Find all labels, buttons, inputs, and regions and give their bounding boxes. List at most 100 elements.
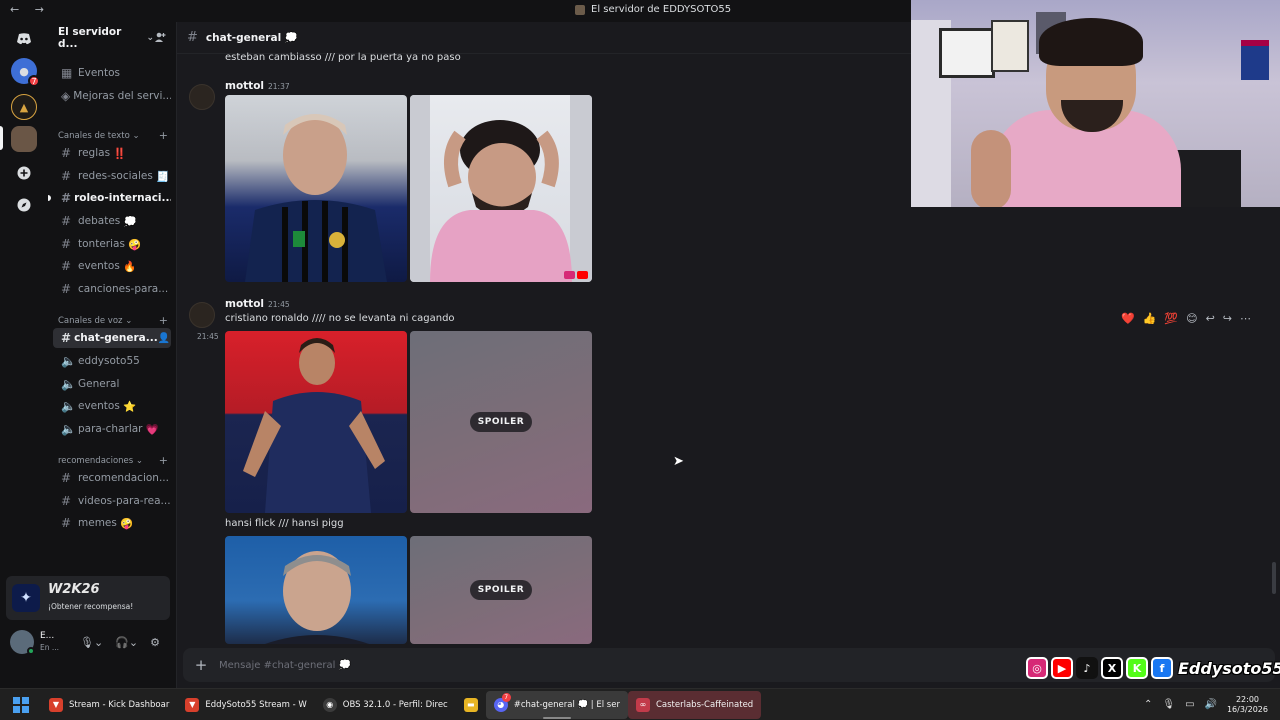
hash-icon: #	[61, 214, 72, 228]
hash-icon: #	[61, 191, 72, 205]
gear-icon[interactable]: ⚙	[150, 636, 160, 649]
message-author[interactable]: mottol 21:37	[225, 80, 290, 92]
sidebar-item-label: Mejoras del servi...	[73, 90, 171, 102]
voice-channel-eventos[interactable]: 🔈 eventos ⭐	[53, 396, 171, 416]
avatar[interactable]	[189, 84, 215, 110]
category-voice-channels[interactable]: Canales de voz ⌄ +	[58, 314, 168, 327]
message-author[interactable]: mottol 21:45	[225, 298, 290, 310]
taskbar-item-discord[interactable]: ◕ 7 #chat-general 💭 | El ser	[485, 690, 628, 719]
taskbar-item-kick-dashboard[interactable]: ▼ Stream - Kick Dashboar	[41, 691, 177, 719]
sidebar-item-boosts[interactable]: ◈ Mejoras del servi...	[53, 86, 171, 106]
taskbar-item-casterlabs[interactable]: ∞ Casterlabs-Caffeinated	[627, 690, 762, 719]
add-server-icon[interactable]	[11, 160, 37, 186]
chevron-up-icon[interactable]: ⌃	[1144, 699, 1152, 710]
message-time: 21:37	[268, 82, 290, 91]
add-attachment-button[interactable]: +	[183, 656, 219, 674]
clock[interactable]: 22:00 16/3/2026	[1227, 695, 1268, 715]
scrollbar[interactable]	[1272, 562, 1276, 594]
volume-icon[interactable]: 🔊	[1205, 699, 1217, 710]
kick-icon: K	[1126, 657, 1148, 679]
hash-icon: #	[61, 494, 72, 508]
thumbs-up-reaction-icon[interactable]: 👍	[1143, 312, 1157, 325]
avatar[interactable]	[189, 302, 215, 328]
taskbar-item-stream[interactable]: ▼ EddySoto55 Stream - W	[177, 691, 314, 719]
channel-emoji: 🔥	[123, 260, 137, 273]
spoiler-image[interactable]: SPOILER	[410, 536, 592, 644]
speaker-icon: 🔈	[61, 354, 76, 368]
invite-icon[interactable]: 👤	[158, 333, 170, 344]
reply-icon[interactable]: ↩	[1206, 312, 1215, 325]
channel-title: chat-general	[205, 31, 282, 44]
server-header[interactable]: El servidor d... ⌄	[48, 22, 176, 54]
message-input[interactable]: Mensaje #chat-general 💭	[219, 660, 351, 671]
channel-memes[interactable]: # memes 🤪	[53, 513, 171, 533]
image-attachment[interactable]	[410, 95, 592, 282]
channel-label: redes-sociales	[78, 170, 153, 182]
user-info[interactable]: E... En ...	[40, 631, 59, 653]
add-member-icon[interactable]	[154, 31, 166, 46]
add-channel-icon[interactable]: +	[159, 454, 168, 467]
streamer-arm	[971, 130, 1011, 207]
hundred-reaction-icon[interactable]: 💯	[1164, 312, 1178, 325]
server-avatar-1[interactable]: ● 7	[11, 58, 40, 87]
hash-icon: #	[61, 471, 72, 485]
channel-label: tonterias	[78, 238, 125, 250]
image-attachment[interactable]	[225, 331, 407, 513]
voice-channel-eddysoto55[interactable]: 🔈 eddysoto55	[53, 351, 171, 371]
taskbar-label: OBS 32.1.0 - Perfil: Direc	[342, 699, 448, 710]
channel-reglas[interactable]: # reglas ‼️	[53, 143, 171, 163]
message-text: cristiano ronaldo //// no se levanta ni …	[225, 313, 455, 324]
heart-reaction-icon[interactable]: ❤️	[1121, 312, 1135, 325]
brave-icon: ▼	[49, 697, 63, 712]
taskbar-item-file-explorer[interactable]: ▬	[456, 691, 486, 719]
voice-channel-general[interactable]: 🔈 General	[53, 374, 171, 394]
add-channel-icon[interactable]: +	[159, 314, 168, 327]
microphone-icon[interactable]: 🎙⌄	[80, 636, 103, 649]
unread-indicator	[48, 195, 51, 201]
hash-icon: #	[61, 516, 72, 530]
avatar[interactable]	[10, 630, 35, 655]
more-options-icon[interactable]: ⋯	[1240, 312, 1251, 325]
sidebar-item-events[interactable]: ▦ Eventos	[53, 63, 171, 83]
microphone-icon[interactable]: 🎙	[1162, 699, 1175, 710]
server-avatar-eddysoto55[interactable]	[11, 126, 37, 152]
image-attachment[interactable]	[225, 536, 407, 644]
channel-debates[interactable]: # debates 💭	[53, 211, 171, 231]
channel-label: eddysoto55	[78, 355, 140, 367]
obs-icon: ◉	[322, 697, 337, 712]
chevron-down-icon: ⌄	[125, 315, 133, 326]
headphones-icon[interactable]: 🎧⌄	[115, 636, 138, 649]
add-channel-icon[interactable]: +	[159, 129, 168, 142]
channel-tonterias[interactable]: # tonterias 🤪	[53, 234, 171, 254]
channel-emoji: 💭	[123, 215, 137, 228]
channel-recomendaciones[interactable]: # recomendacion...	[53, 468, 171, 488]
forward-icon[interactable]: ↪	[1223, 312, 1232, 325]
explore-icon[interactable]	[11, 192, 37, 218]
channel-roleo-internacional[interactable]: # roleo-internaci...	[53, 188, 171, 208]
nav-arrows[interactable]: ← →	[10, 3, 50, 16]
channel-redes-sociales[interactable]: # redes-sociales 🧾	[53, 166, 171, 186]
category-text-channels[interactable]: Canales de texto ⌄ +	[58, 129, 168, 142]
taskbar-label: EddySoto55 Stream - W	[205, 699, 307, 710]
server-avatar-2[interactable]: ▲	[11, 94, 37, 120]
reward-promo[interactable]: ✦ W2K26 ¡Obtener recompensa!	[6, 576, 170, 620]
category-recomendaciones[interactable]: recomendaciones ⌄ +	[58, 454, 168, 467]
channel-eventos[interactable]: # eventos 🔥	[53, 256, 171, 276]
channel-canciones[interactable]: # canciones-para...	[53, 279, 171, 299]
discord-home-icon[interactable]	[11, 26, 37, 52]
channel-tools: 👤 ⚙	[158, 333, 171, 344]
hash-icon: #	[61, 169, 72, 183]
streamer-handle: Eddysoto55	[1178, 658, 1280, 678]
spoiler-image[interactable]: SPOILER	[410, 331, 592, 513]
add-reaction-icon[interactable]: 😊	[1186, 312, 1197, 325]
hash-icon: #	[61, 331, 72, 345]
window-title: El servidor de EDDYSOTO55	[575, 4, 731, 15]
network-icon[interactable]: ▭	[1185, 699, 1194, 710]
channel-videos-para-reaccionar[interactable]: # videos-para-rea...	[53, 491, 171, 511]
category-label: recomendaciones	[58, 455, 134, 466]
image-attachment[interactable]	[225, 95, 407, 282]
taskbar-item-obs[interactable]: ◉ OBS 32.1.0 - Perfil: Direc	[315, 691, 456, 719]
voice-channel-para-charlar[interactable]: 🔈 para-charlar 💗	[53, 419, 171, 439]
channel-chat-general[interactable]: # chat-genera... 👤 ⚙	[53, 328, 171, 348]
windows-start-icon[interactable]	[13, 696, 29, 713]
